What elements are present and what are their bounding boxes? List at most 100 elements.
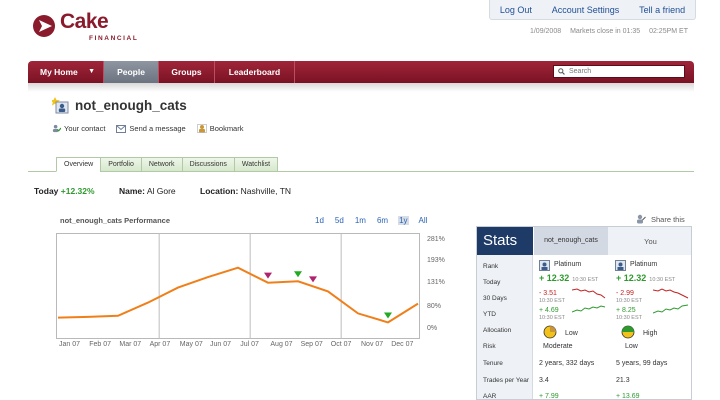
- you-risk: Low: [625, 343, 638, 350]
- performance-title: not_enough_cats Performance: [60, 216, 171, 225]
- search-placeholder: Search: [569, 68, 592, 75]
- profile-tabs: Overview Portfolio Network Discussions W…: [56, 157, 279, 172]
- user-30-days-sparkline: [572, 288, 606, 299]
- user-ytd-sparkline: [572, 305, 606, 313]
- row-label-risk: Risk: [483, 343, 496, 350]
- row-label-trades: Trades per Year: [483, 377, 530, 384]
- bookmark-icon: [196, 124, 207, 133]
- send-message-link[interactable]: Send a message: [116, 124, 186, 133]
- you-30-days-time-text: 10:30 EST: [616, 298, 642, 304]
- send-message-label: Send a message: [129, 124, 186, 133]
- range-1m[interactable]: 1m: [354, 216, 367, 225]
- tell-friend-link[interactable]: Tell a friend: [639, 5, 685, 15]
- row-label-allocation: Allocation: [483, 327, 512, 334]
- you-allocation: High: [643, 330, 658, 337]
- platinum-medal-icon: [539, 260, 550, 271]
- share-label: Share this: [651, 214, 685, 224]
- you-30-days-sparkline: [653, 288, 689, 299]
- account-links: Log Out Account Settings Tell a friend: [489, 0, 696, 20]
- allocation-high-icon: [621, 325, 635, 339]
- nav-item-people[interactable]: People: [104, 61, 159, 83]
- nav-shadow: [28, 83, 694, 92]
- nav-label-groups: Groups: [171, 67, 202, 77]
- user-trades: 3.4: [539, 377, 549, 384]
- profile-summary: Today +12.32% Name: Al Gore Location: Na…: [34, 186, 291, 196]
- tab-network[interactable]: Network: [140, 157, 182, 172]
- you-rank: Platinum: [630, 261, 658, 268]
- you-30-days: - 2.99: [616, 290, 634, 297]
- x-tick-label: Jan 07: [59, 341, 81, 348]
- nav-label-my-home: My Home: [40, 67, 78, 77]
- user-avatar-icon: [52, 97, 69, 114]
- user-ytd: + 4.69: [539, 307, 559, 314]
- x-tick-label: Oct 07: [330, 341, 352, 348]
- nav-item-my-home[interactable]: My Home ▼: [28, 61, 104, 83]
- stats-title: Stats: [477, 227, 533, 255]
- cake-logo[interactable]: Cake FINANCIAL: [32, 10, 142, 46]
- y-tick-label: 80%: [427, 303, 442, 310]
- user-today: + 12.32 10:30 EST: [539, 273, 598, 283]
- range-5d[interactable]: 5d: [334, 216, 345, 225]
- you-ytd: + 8.25: [616, 307, 636, 314]
- search-input[interactable]: Search: [553, 65, 685, 78]
- platinum-medal-icon-you: [615, 260, 626, 271]
- x-tick-label: Jul 07: [240, 341, 259, 348]
- user-tenure: 2 years, 332 days: [539, 360, 595, 367]
- share-link[interactable]: Share this: [636, 214, 685, 224]
- tab-discussions[interactable]: Discussions: [181, 157, 234, 172]
- tab-overview[interactable]: Overview: [56, 157, 101, 172]
- logo-wordmark: Cake: [60, 10, 109, 33]
- contact-icon: [52, 124, 61, 133]
- user-allocation: Low: [565, 330, 578, 337]
- range-6m[interactable]: 6m: [376, 216, 389, 225]
- x-tick-label: Aug 07: [270, 341, 293, 348]
- sell-marker[interactable]: [309, 276, 317, 283]
- x-tick-label: May 07: [179, 341, 203, 348]
- user-30-days-time: 10:30 EST: [539, 297, 565, 304]
- logout-link[interactable]: Log Out: [500, 5, 532, 15]
- range-selector: 1d 5d 1m 6m 1y All: [314, 216, 437, 225]
- location-value: Nashville, TN: [240, 186, 292, 196]
- y-tick-label: 193%: [427, 257, 445, 264]
- range-1y[interactable]: 1y: [398, 216, 409, 225]
- user-30-days: - 3.51: [539, 290, 557, 297]
- you-ytd-time-text: 10:30 EST: [616, 315, 642, 321]
- today-label: Today: [34, 186, 59, 196]
- x-tick-label: Jun 07: [210, 341, 232, 348]
- you-today-value: + 12.32: [616, 273, 647, 283]
- you-today-time: 10:30 EST: [649, 277, 676, 283]
- user-aar: + 7.99: [539, 393, 559, 400]
- chart-plot: [57, 233, 419, 339]
- user-30-days-time-text: 10:30 EST: [539, 298, 565, 304]
- range-1d[interactable]: 1d: [314, 216, 325, 225]
- user-ytd-time: 10:30 EST: [539, 314, 565, 321]
- profile-username: not_enough_cats: [75, 98, 187, 113]
- x-tick-label: Nov 07: [361, 341, 384, 348]
- x-tick-label: Apr 07: [149, 341, 171, 348]
- search-icon: [558, 68, 565, 75]
- chevron-down-icon[interactable]: ▼: [88, 61, 95, 83]
- you-ytd-time: 10:30 EST: [616, 314, 642, 321]
- you-tenure: 5 years, 99 days: [616, 360, 668, 367]
- buy-marker[interactable]: [294, 271, 302, 278]
- you-30-days-time: 10:30 EST: [616, 297, 642, 304]
- user-ytd-time-text: 10:30 EST: [539, 315, 565, 321]
- sell-marker[interactable]: [264, 272, 272, 279]
- nav-item-groups[interactable]: Groups: [159, 61, 215, 83]
- row-label-rank: Rank: [483, 263, 499, 270]
- logo-arrow-icon: [33, 15, 55, 37]
- your-contact-link[interactable]: Your contact: [52, 124, 105, 133]
- status-date: 1/09/2008: [529, 28, 562, 35]
- range-all[interactable]: All: [418, 216, 429, 225]
- tab-portfolio[interactable]: Portfolio: [100, 157, 141, 172]
- bookmark-link[interactable]: Bookmark: [196, 124, 243, 133]
- tab-watchlist[interactable]: Watchlist: [233, 157, 279, 172]
- user-risk: Moderate: [543, 343, 573, 350]
- buy-marker[interactable]: [384, 312, 392, 319]
- performance-chart: 281% 193% 131% 80% 0% Jan 07 Feb 07 Mar 07 Apr …: [56, 233, 445, 348]
- account-settings-link[interactable]: Account Settings: [552, 5, 620, 15]
- market-status: 1/09/2008 Markets close in 01:35 02:25PM…: [523, 28, 688, 35]
- nav-item-leaderboard[interactable]: Leaderboard: [215, 61, 295, 83]
- logo-subtitle: FINANCIAL: [89, 35, 139, 42]
- allocation-low-icon: [543, 325, 557, 339]
